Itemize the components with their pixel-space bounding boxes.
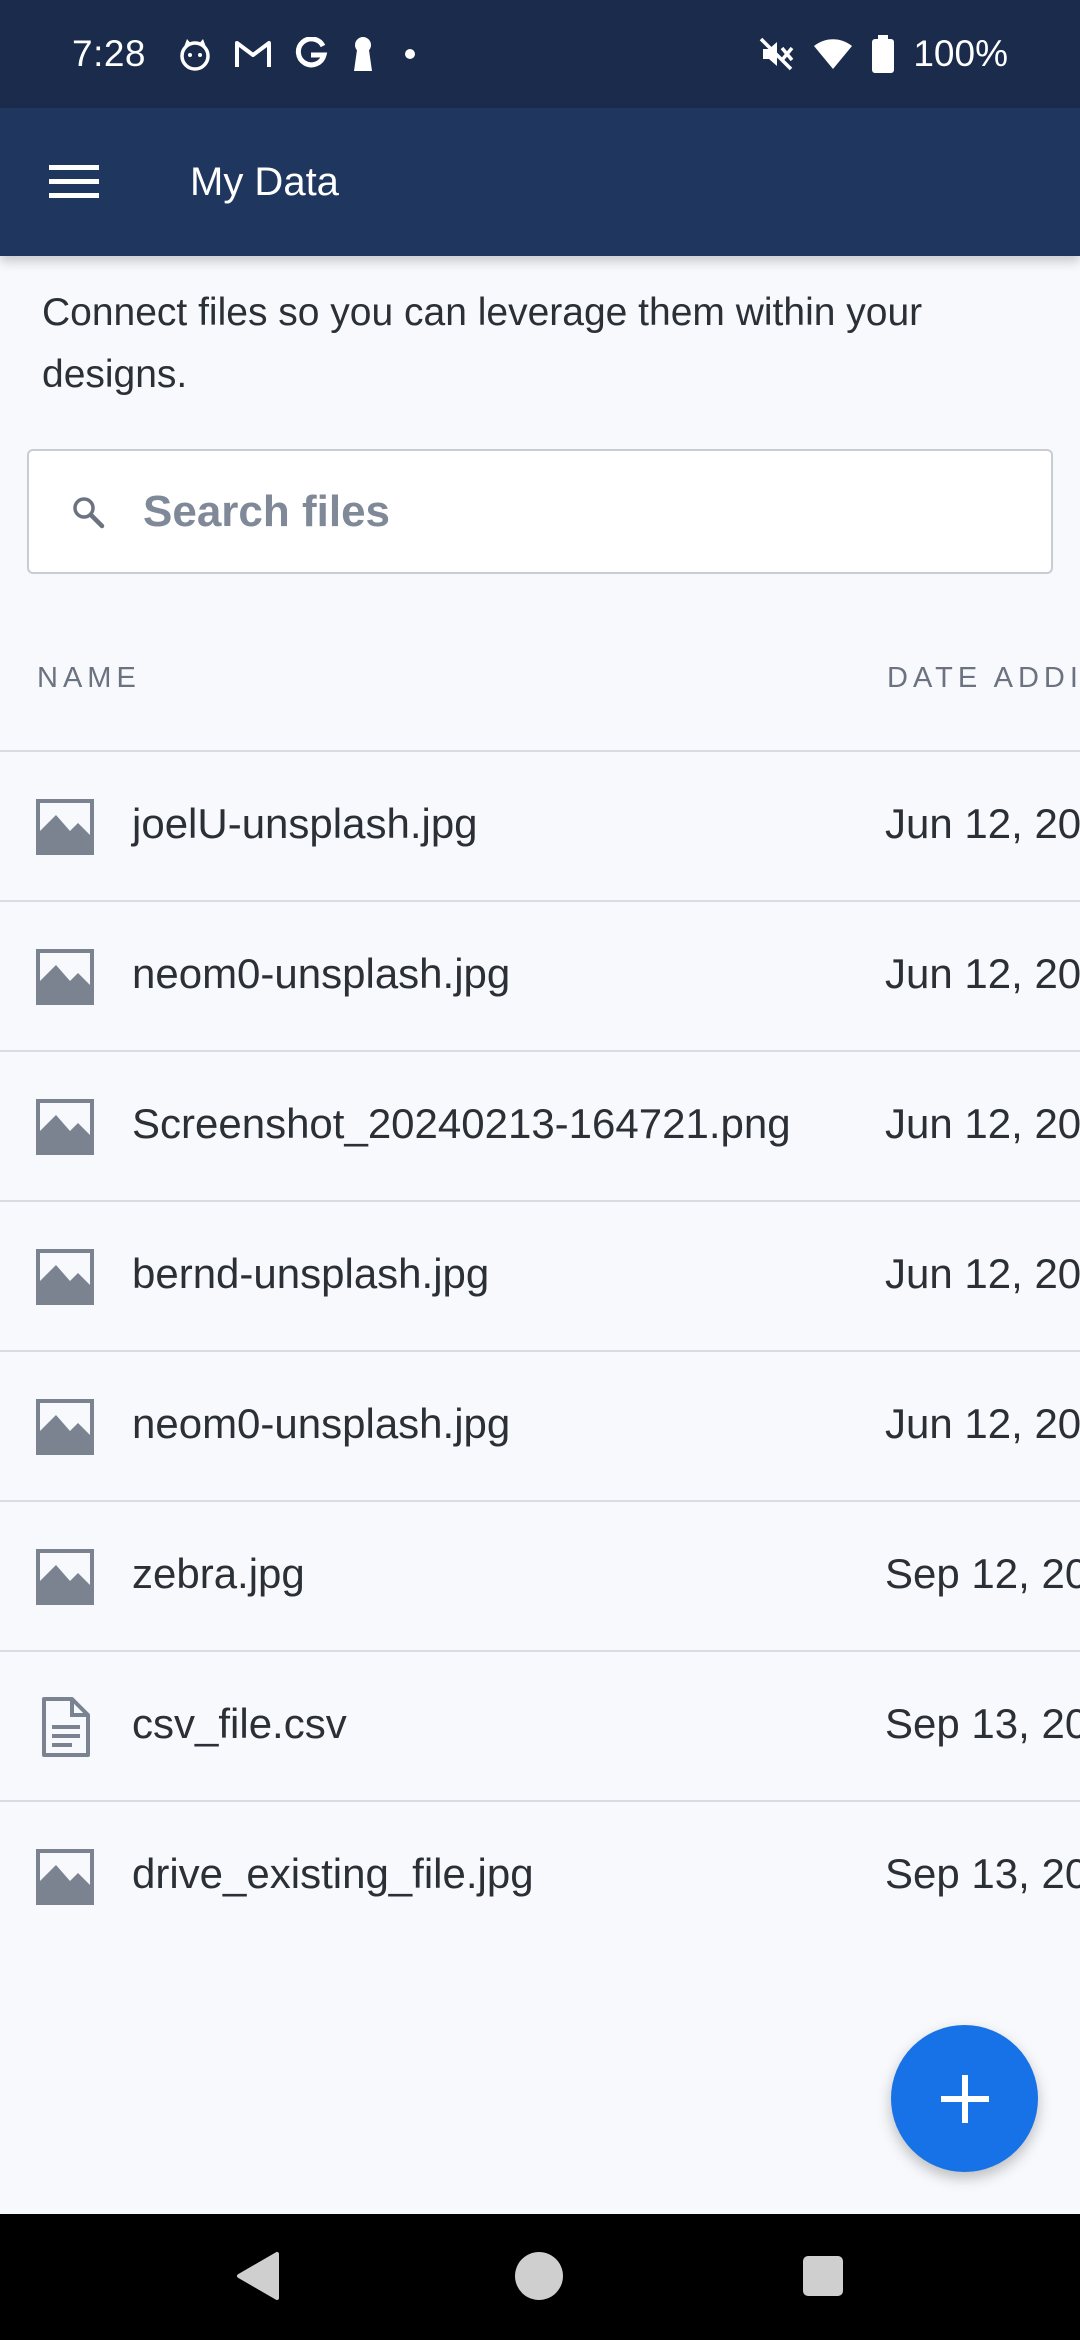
image-icon <box>36 1849 94 1905</box>
cat-icon <box>178 37 212 71</box>
image-icon <box>36 949 94 1005</box>
image-icon <box>36 1099 94 1155</box>
status-time: 7:28 <box>72 33 147 74</box>
table-row[interactable]: joelU-unsplash.jpg Jun 12, 20 <box>0 752 1080 902</box>
file-name: csv_file.csv <box>132 1700 347 1747</box>
add-file-button[interactable] <box>891 2025 1038 2172</box>
file-name: zebra.jpg <box>132 1550 305 1597</box>
status-left: 7:28 <box>72 33 422 75</box>
plus-icon <box>940 2074 989 2123</box>
dot-icon <box>398 42 422 66</box>
file-date: Jun 12, 20 <box>885 1250 1080 1297</box>
table-row[interactable]: csv_file.csv Sep 13, 20 <box>0 1652 1080 1802</box>
file-date: Sep 13, 20 <box>885 1850 1080 1897</box>
file-name: drive_existing_file.jpg <box>132 1850 534 1897</box>
table-row[interactable]: Screenshot_20240213-164721.png Jun 12, 2… <box>0 1052 1080 1202</box>
file-date: Sep 13, 20 <box>885 1700 1080 1747</box>
file-date: Jun 12, 20 <box>885 950 1080 997</box>
google-icon <box>294 37 328 71</box>
back-icon[interactable] <box>233 2250 281 2302</box>
mute-icon <box>757 35 795 73</box>
recents-icon[interactable] <box>801 2250 845 2298</box>
image-icon <box>36 1399 94 1455</box>
file-name: Screenshot_20240213-164721.png <box>132 1100 791 1147</box>
file-date: Sep 12, 20 <box>885 1550 1080 1597</box>
file-name: neom0-unsplash.jpg <box>132 1400 511 1447</box>
battery-icon <box>871 35 895 73</box>
table-row[interactable]: neom0-unsplash.jpg Jun 12, 20 <box>0 902 1080 1052</box>
image-icon <box>36 1549 94 1605</box>
gmail-icon <box>234 39 272 69</box>
menu-button[interactable] <box>0 108 148 256</box>
file-name: neom0-unsplash.jpg <box>132 950 511 997</box>
status-right: 100% <box>757 33 1008 75</box>
status-bar: 7:28 100% <box>0 0 1080 108</box>
column-header-date-added[interactable]: DATE ADDI <box>887 662 1080 695</box>
file-date: Jun 12, 20 <box>885 800 1080 847</box>
search-input[interactable] <box>143 486 963 537</box>
file-name: joelU-unsplash.jpg <box>132 800 478 847</box>
column-header-name[interactable]: NAME <box>37 662 141 695</box>
table-header: NAME DATE ADDI <box>0 640 1080 752</box>
intro-text: Connect files so you can leverage them w… <box>42 291 923 396</box>
screen: 7:28 100% My Data Connect files so you c… <box>0 0 1080 2340</box>
file-date: Jun 12, 20 <box>885 1400 1080 1447</box>
table-row[interactable]: neom0-unsplash.jpg Jun 12, 20 <box>0 1352 1080 1502</box>
keyhole-icon <box>350 36 376 72</box>
image-icon <box>36 1249 94 1305</box>
battery-percentage: 100% <box>913 33 1008 74</box>
table-row[interactable]: zebra.jpg Sep 12, 20 <box>0 1502 1080 1652</box>
search-box[interactable] <box>27 449 1053 574</box>
document-icon <box>42 1697 90 1757</box>
page-title: My Data <box>190 159 339 204</box>
file-name: bernd-unsplash.jpg <box>132 1250 490 1297</box>
hamburger-menu-icon <box>49 165 99 198</box>
file-date: Jun 12, 20 <box>885 1100 1080 1147</box>
app-bar: My Data <box>0 108 1080 256</box>
table-row[interactable]: drive_existing_file.jpg Sep 13, 20 <box>0 1802 1080 1952</box>
file-list: joelU-unsplash.jpg Jun 12, 20 neom0-unsp… <box>0 752 1080 1952</box>
table-row[interactable]: bernd-unsplash.jpg Jun 12, 20 <box>0 1202 1080 1352</box>
wifi-icon <box>813 37 853 71</box>
home-icon[interactable] <box>513 2250 565 2302</box>
search-icon <box>71 495 105 529</box>
system-nav-bar <box>0 2214 1080 2340</box>
image-icon <box>36 799 94 855</box>
